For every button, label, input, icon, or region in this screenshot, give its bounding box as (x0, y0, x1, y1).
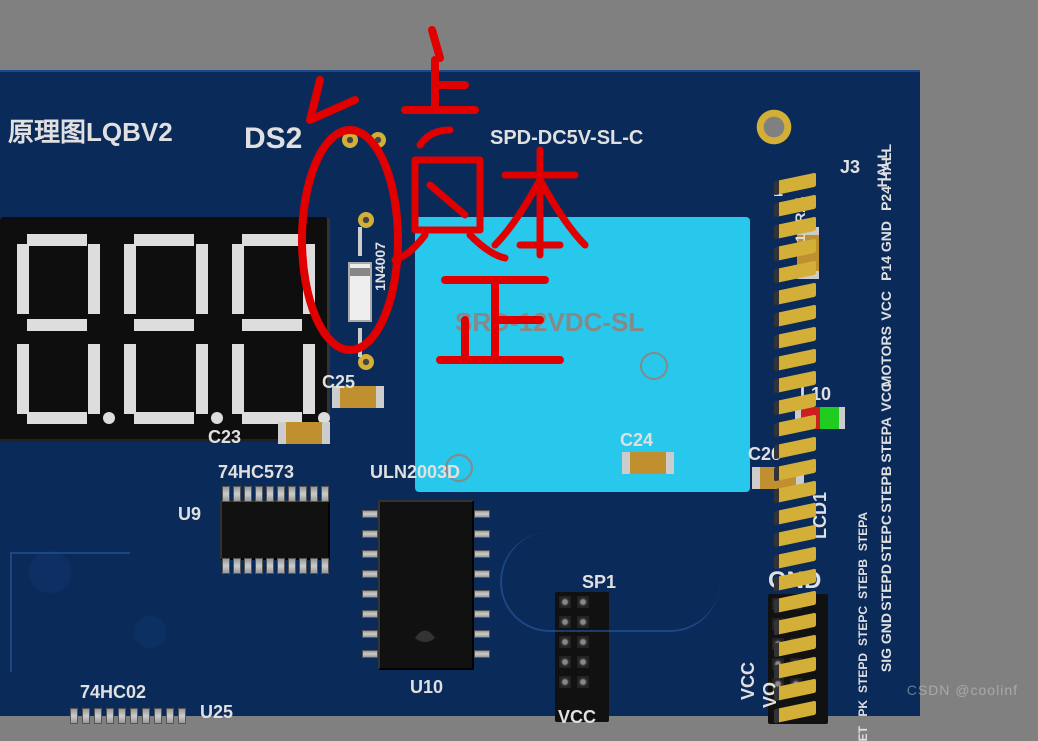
cap-c24 (628, 452, 668, 474)
pin-label: ET (856, 726, 870, 741)
label-c24: C24 (620, 430, 653, 451)
ic-uln2003d (378, 500, 474, 670)
pin-label: STEPA (856, 512, 870, 551)
edge-connector (774, 177, 802, 719)
label-diode: 1N4007 (372, 242, 388, 291)
relay-marking: SRD-12VDC-SL (455, 307, 644, 338)
label-uln: ULN2003D (370, 462, 460, 483)
label-j3: J3 (840, 157, 860, 178)
cap-c23 (284, 422, 324, 444)
label-ds2: DS2 (244, 122, 302, 156)
pin-label: P24 (878, 186, 894, 211)
digit-2 (114, 229, 217, 429)
diode-pad-top (358, 212, 374, 228)
pin-label: MOTORS (878, 326, 894, 387)
ic-pins (220, 486, 330, 502)
pad (342, 132, 358, 148)
relay-hole (640, 352, 668, 380)
pin-label: HALL (878, 144, 894, 181)
relay: SRD-12VDC-SL (415, 217, 750, 492)
digit-1 (7, 229, 110, 429)
ic-pins (474, 504, 490, 664)
pin-label: STEPD (878, 564, 894, 611)
pin-label: STEPB (856, 559, 870, 599)
label-c25: C25 (322, 372, 355, 393)
pin-label: SIG (878, 648, 894, 672)
pin-label: STEPB (878, 466, 894, 513)
label-c23: C23 (208, 427, 241, 448)
pin-label: VCC (878, 382, 894, 412)
label-spd: SPD-DC5V-SL-C (490, 127, 643, 150)
ic-pins (220, 558, 330, 574)
pin-label: STEPC (856, 606, 870, 646)
pin-label: STEPA (878, 417, 894, 463)
pad (370, 132, 386, 148)
label-u9: U9 (178, 504, 201, 525)
diode-1n4007 (346, 227, 374, 357)
digit-3 (222, 229, 325, 429)
ic-pins (362, 504, 378, 664)
ic-74hc573 (220, 500, 330, 560)
pin-label: GND (878, 221, 894, 252)
pcb-board: 原理图LQBV2 DS2 SPD-DC5V-SL-C J3 1 1N4007 (0, 70, 920, 716)
pin-label: P14 (878, 256, 894, 281)
label-u10: U10 (410, 677, 443, 698)
label-vcc: VCC (558, 707, 596, 728)
label-u25: U25 (200, 702, 233, 723)
label-74hc573: 74HC573 (218, 462, 294, 483)
label-vcc2: VCC (738, 662, 759, 700)
pin-label: PK (856, 700, 870, 717)
ic-pins (68, 708, 188, 724)
seven-segment-display (0, 217, 330, 442)
pin-label: STEPD (856, 653, 870, 693)
pin-label: VCC (878, 291, 894, 321)
pin-label: STEPC (878, 515, 894, 562)
board-title: 原理图LQBV2 (8, 112, 173, 149)
pin-label: GND (878, 613, 894, 644)
label-74hc02: 74HC02 (80, 682, 146, 703)
watermark: CSDN @coolinf (907, 682, 1018, 698)
mounting-hole (754, 107, 794, 147)
